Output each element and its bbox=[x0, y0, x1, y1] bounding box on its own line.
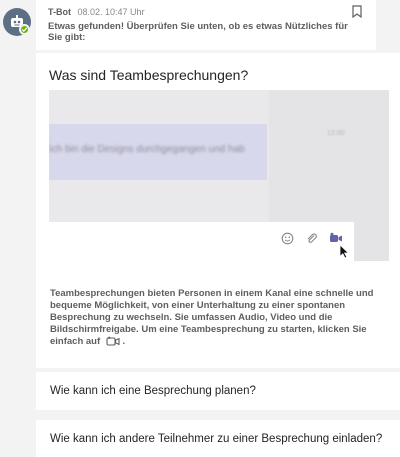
checkmark-icon bbox=[21, 27, 28, 32]
message-timestamp: 08.02. 10:47 Uhr bbox=[77, 7, 145, 17]
preview-message-bubble: Ich bin die Designs durchgegangen und ha… bbox=[49, 124, 267, 180]
suggested-question[interactable]: Wie kann ich andere Teilnehmer zu einer … bbox=[36, 420, 400, 457]
preview-time: 12:00 bbox=[327, 130, 345, 137]
sender-name: T-Bot bbox=[48, 7, 71, 17]
description-end: . bbox=[122, 336, 126, 347]
description-text: Teambesprechungen bieten Personen in ein… bbox=[50, 288, 374, 347]
message-header: T-Bot 08.02. 10:47 Uhr Etwas gefunden! Ü… bbox=[36, 0, 376, 50]
preview-bubble-text: Ich bin die Designs durchgegangen und ha… bbox=[49, 144, 245, 155]
suggested-question[interactable]: Wie kann ich eine Besprechung planen? bbox=[36, 372, 400, 410]
preview-image: 12:00 Ich bin die Designs durchgegangen … bbox=[49, 90, 389, 261]
answer-card: Was sind Teambesprechungen? 12:00 Ich bi… bbox=[36, 53, 400, 368]
cursor-icon bbox=[339, 244, 350, 259]
bookmark-icon[interactable] bbox=[352, 5, 362, 18]
question-text: Wie kann ich eine Besprechung planen? bbox=[50, 385, 256, 397]
card-description: Teambesprechungen bieten Personen in ein… bbox=[50, 288, 392, 348]
video-camera-icon bbox=[106, 336, 120, 346]
question-text: Wie kann ich andere Teilnehmer zu einer … bbox=[50, 432, 383, 445]
emoji-icon bbox=[281, 232, 294, 245]
message-intro: Etwas gefunden! Überprüfen Sie unten, ob… bbox=[48, 21, 348, 43]
preview-compose-bar bbox=[49, 222, 354, 261]
card-title: Was sind Teambesprechungen? bbox=[49, 67, 249, 83]
presence-badge bbox=[19, 24, 30, 35]
message-meta: T-Bot 08.02. 10:47 Uhr bbox=[48, 7, 145, 17]
attach-icon bbox=[307, 233, 317, 243]
